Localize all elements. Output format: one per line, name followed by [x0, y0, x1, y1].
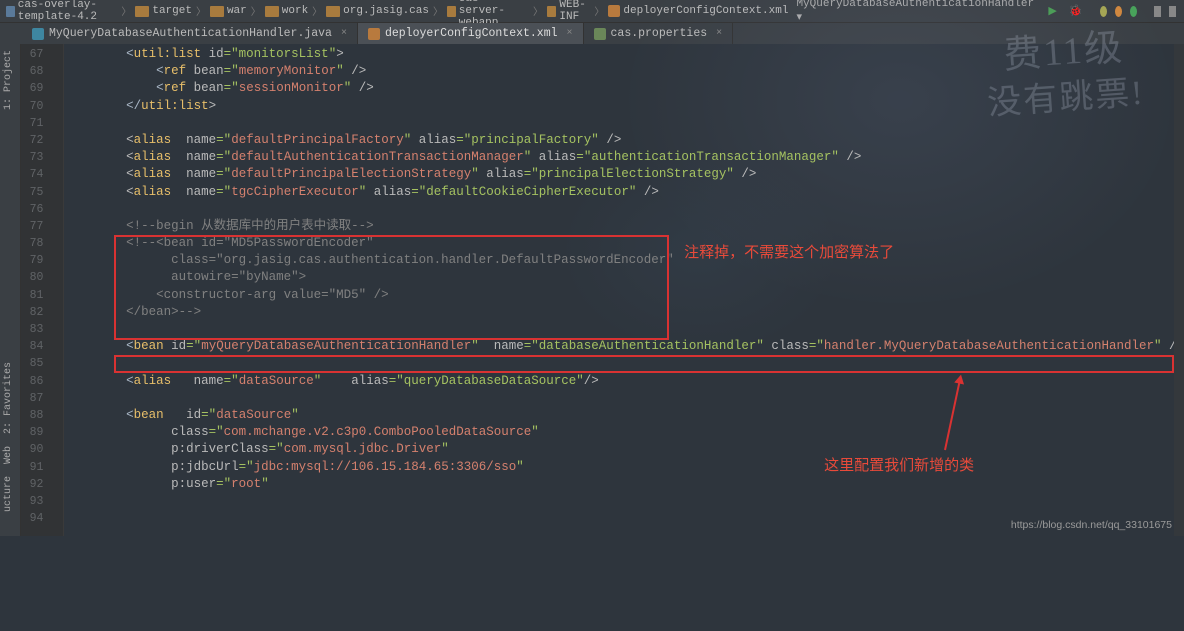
java-icon [32, 28, 44, 40]
tab-label: deployerConfigContext.xml [385, 27, 558, 40]
tab-label: cas.properties [611, 27, 708, 40]
project-icon [6, 6, 15, 17]
annotation-text-2: 这里配置我们新增的类 [824, 457, 974, 474]
breadcrumb-item[interactable]: target [135, 5, 192, 17]
tool-window-strip: 1: Project 2: Favorites Web ucture [0, 44, 21, 536]
toolbar-icon[interactable] [1130, 6, 1137, 17]
code-area[interactable]: <util:list id="monitorsList"> <ref bean=… [64, 44, 1184, 536]
breadcrumb-item[interactable]: WEB-INF [547, 0, 590, 23]
watermark: https://blog.csdn.net/qq_33101675 [1011, 519, 1172, 531]
close-icon[interactable]: × [341, 28, 347, 39]
folder-icon [326, 6, 340, 17]
folder-icon [265, 6, 279, 17]
tool-project[interactable]: 1: Project [0, 44, 17, 116]
project-root[interactable]: cas-overlay-template-4.2 [6, 0, 117, 23]
breadcrumb-item[interactable]: org.jasig.cas [326, 5, 429, 17]
editor[interactable]: 6768697071727374757677787980818283848586… [21, 44, 1184, 536]
breadcrumb-bar: cas-overlay-template-4.2 〉 target 〉 war … [0, 0, 1184, 22]
breadcrumb-item[interactable]: war [210, 5, 247, 17]
run-config-selector[interactable]: MyQueryDatabaseAuthenticationHandler ▾ [796, 0, 1034, 24]
toolbar-icon[interactable] [1154, 6, 1161, 17]
run-button[interactable]: ▶ [1048, 4, 1056, 18]
tab-java[interactable]: MyQueryDatabaseAuthenticationHandler.jav… [22, 23, 358, 44]
line-gutter: 6768697071727374757677787980818283848586… [21, 44, 53, 536]
toolbar-icon[interactable] [1115, 6, 1122, 17]
annotation-text-1: 注释掉，不需要这个加密算法了 [684, 244, 894, 261]
right-scrollbar[interactable] [1174, 44, 1184, 536]
xml-icon [608, 5, 620, 17]
tool-favorites[interactable]: 2: Favorites [0, 356, 17, 440]
properties-icon [594, 28, 606, 40]
breadcrumb-file[interactable]: deployerConfigContext.xml [608, 5, 788, 17]
folder-icon [210, 6, 224, 17]
close-icon[interactable]: × [716, 28, 722, 39]
folder-icon [135, 6, 149, 17]
tool-structure[interactable]: ucture [0, 470, 17, 518]
folder-icon [547, 6, 556, 17]
editor-tabs: MyQueryDatabaseAuthenticationHandler.jav… [0, 22, 1184, 44]
close-icon[interactable]: × [567, 28, 573, 39]
toolbar-icon[interactable] [1169, 6, 1176, 17]
tab-label: MyQueryDatabaseAuthenticationHandler.jav… [49, 27, 332, 40]
xml-icon [368, 28, 380, 40]
breadcrumb-item[interactable]: work [265, 5, 308, 17]
folder-icon [447, 6, 456, 17]
tab-xml[interactable]: deployerConfigContext.xml × [358, 23, 584, 44]
tool-web[interactable]: Web [0, 440, 17, 470]
breadcrumb-sep: 〉 [121, 3, 131, 19]
debug-button[interactable]: 🐞 [1069, 4, 1083, 18]
tab-properties[interactable]: cas.properties × [584, 23, 734, 44]
toolbar-icon[interactable] [1100, 6, 1107, 17]
